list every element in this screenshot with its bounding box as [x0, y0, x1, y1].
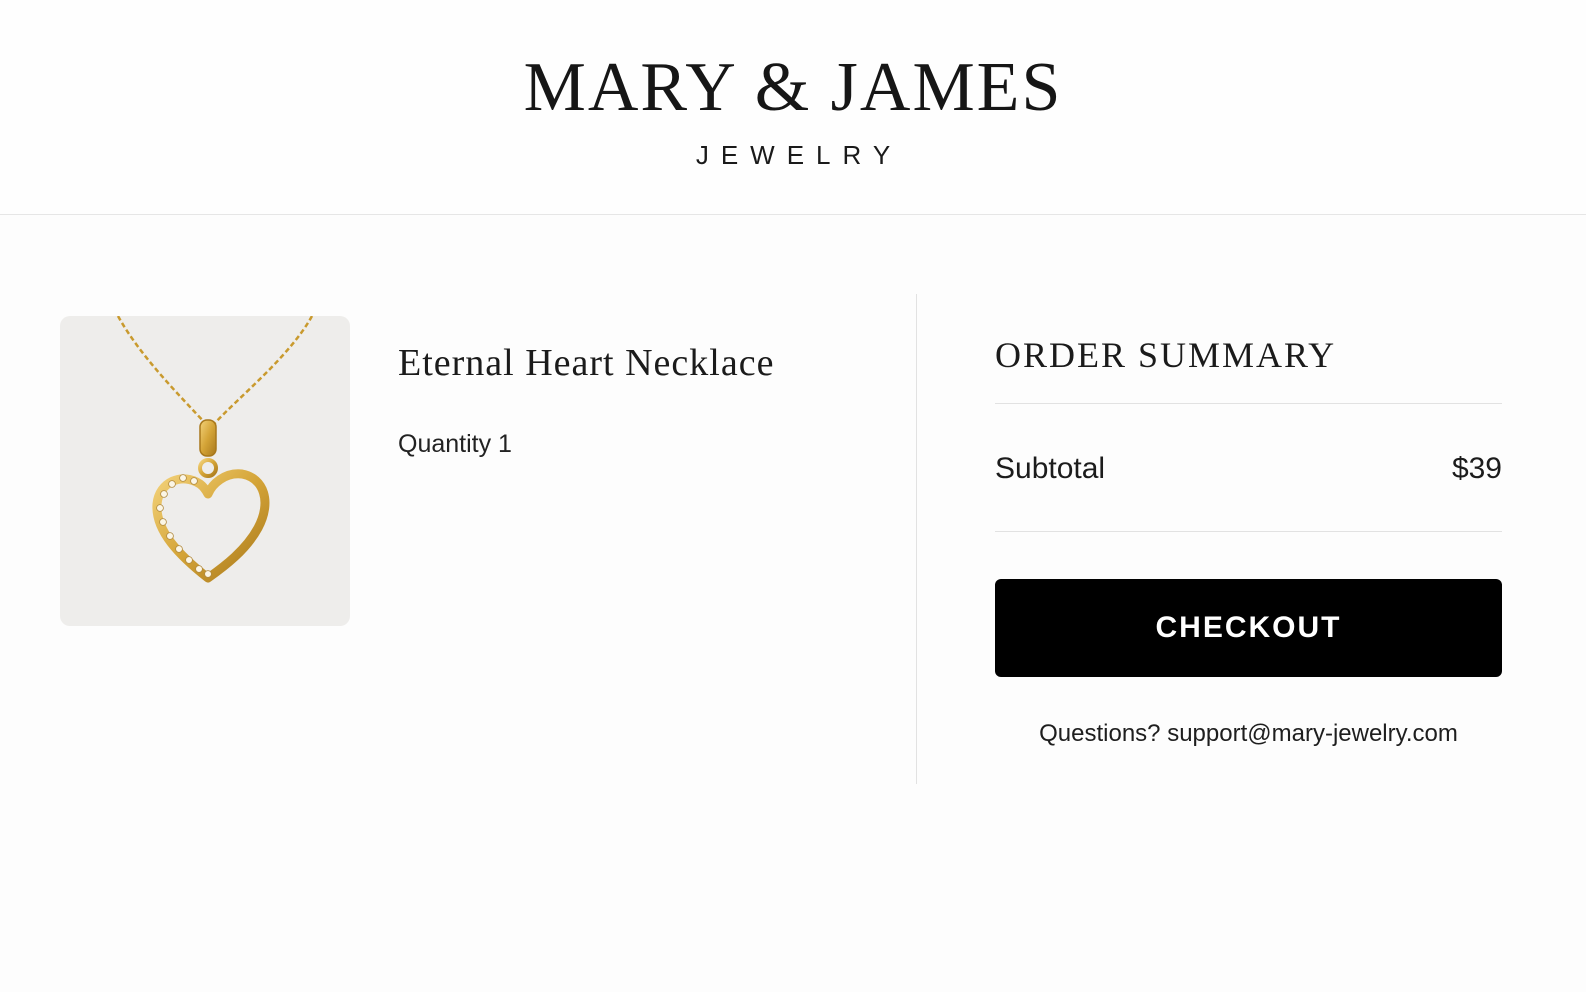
summary-divider-bottom [995, 531, 1502, 532]
brand-logo-subtitle: JEWELRY [695, 140, 903, 170]
subtotal-label: Subtotal [995, 452, 1106, 485]
support-email-link[interactable]: support@mary-jewelry.com [1167, 720, 1458, 747]
support-prefix: Questions? [1039, 720, 1161, 747]
product-quantity: Quantity 1 [398, 430, 512, 458]
site-header: MARY & JAMES JEWELRY [0, 0, 1586, 215]
summary-divider-top [995, 403, 1502, 404]
column-divider [916, 294, 917, 784]
heart-necklace-icon [116, 316, 314, 583]
product-image[interactable] [60, 316, 350, 626]
brand-logo-name[interactable]: MARY & JAMES [0, 48, 1586, 128]
support-line: Questions? support@mary-jewelry.com [995, 718, 1502, 750]
product-name[interactable]: Eternal Heart Necklace [398, 340, 774, 386]
order-summary-title: ORDER SUMMARY [995, 335, 1337, 375]
subtotal-value: $39 [1451, 452, 1502, 485]
checkout-button[interactable]: CHECKOUT [995, 579, 1502, 677]
